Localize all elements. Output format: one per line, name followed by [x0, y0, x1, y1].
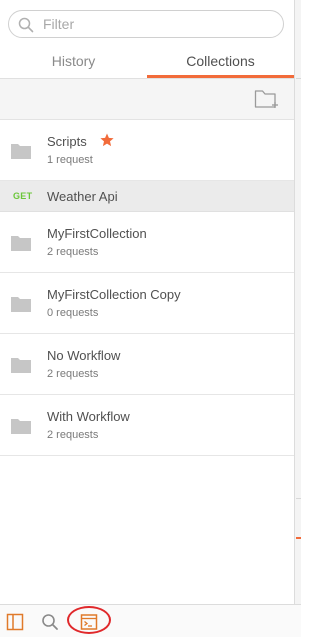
collection-name: No Workflow: [47, 348, 121, 363]
collection-name: Scripts: [47, 134, 87, 149]
request-count: 0 requests: [47, 307, 99, 319]
collection-item-myfirstcollection[interactable]: MyFirstCollection 2 requests: [0, 212, 294, 273]
request-item-weather-api[interactable]: GET Weather Api: [0, 181, 294, 212]
request-name: Weather Api: [47, 189, 118, 204]
folder-icon: [11, 419, 31, 434]
sidebar-panel: History Collections Scripts 1 request GE…: [0, 0, 295, 604]
sidebar-toggle-icon[interactable]: [6, 613, 24, 631]
collection-item-no-workflow[interactable]: No Workflow 2 requests: [0, 334, 294, 395]
active-tab-indicator: [147, 75, 294, 78]
folder-icon: [11, 236, 31, 251]
http-method-badge: GET: [13, 191, 33, 201]
sidebar-tabs: History Collections: [0, 46, 294, 79]
new-collection-folder-icon[interactable]: [254, 87, 280, 109]
folder-icon: [11, 297, 31, 312]
folder-icon: [11, 358, 31, 373]
request-count: 2 requests: [47, 368, 99, 380]
collection-name: MyFirstCollection Copy: [47, 287, 181, 302]
filter-search-box[interactable]: [8, 10, 284, 38]
request-count: 2 requests: [47, 429, 99, 441]
folder-icon: [11, 144, 31, 159]
accent-mark: [296, 537, 301, 539]
tab-collections[interactable]: Collections: [147, 46, 294, 76]
divider: [296, 498, 301, 499]
request-count: 1 request: [47, 154, 93, 166]
status-bar: [0, 604, 301, 637]
tab-history[interactable]: History: [0, 46, 147, 76]
search-icon: [18, 17, 34, 33]
divider: [296, 78, 301, 79]
filter-input[interactable]: [43, 14, 273, 34]
star-icon[interactable]: [100, 133, 114, 147]
collections-toolbar: [0, 79, 294, 120]
collection-item-myfirstcollection-copy[interactable]: MyFirstCollection Copy 0 requests: [0, 273, 294, 334]
collection-item-with-workflow[interactable]: With Workflow 2 requests: [0, 395, 294, 456]
request-count: 2 requests: [47, 246, 99, 258]
main-pane-edge: [295, 0, 301, 604]
collection-name: With Workflow: [47, 409, 130, 424]
console-icon[interactable]: [80, 613, 98, 631]
search-icon[interactable]: [41, 613, 59, 631]
collection-item-scripts[interactable]: Scripts 1 request: [0, 120, 294, 181]
collection-name: MyFirstCollection: [47, 226, 147, 241]
